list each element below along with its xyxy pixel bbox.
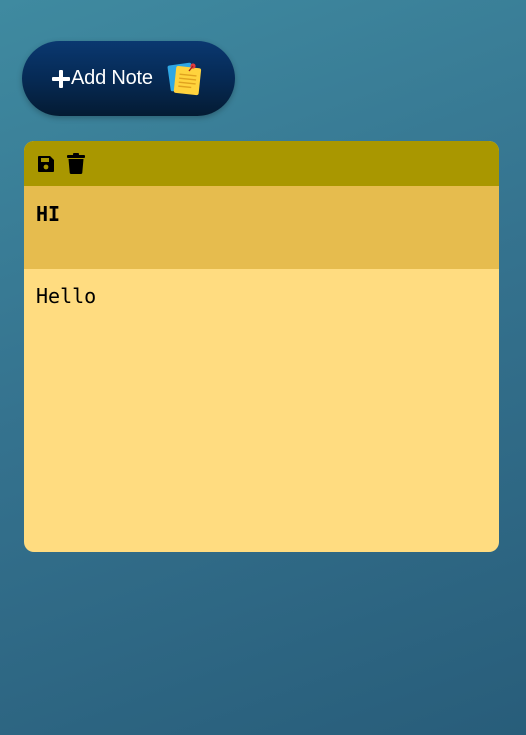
note-card: HI Hello xyxy=(24,141,499,552)
add-note-button[interactable]: Add Note xyxy=(22,41,235,116)
plus-icon xyxy=(52,69,70,88)
sticky-notes-icon xyxy=(166,60,204,98)
note-title[interactable]: HI xyxy=(24,186,499,269)
note-body[interactable]: Hello xyxy=(24,269,499,323)
note-toolbar xyxy=(24,141,499,186)
save-icon[interactable] xyxy=(36,153,55,174)
trash-icon[interactable] xyxy=(66,153,85,174)
add-note-label: Add Note xyxy=(71,67,153,89)
